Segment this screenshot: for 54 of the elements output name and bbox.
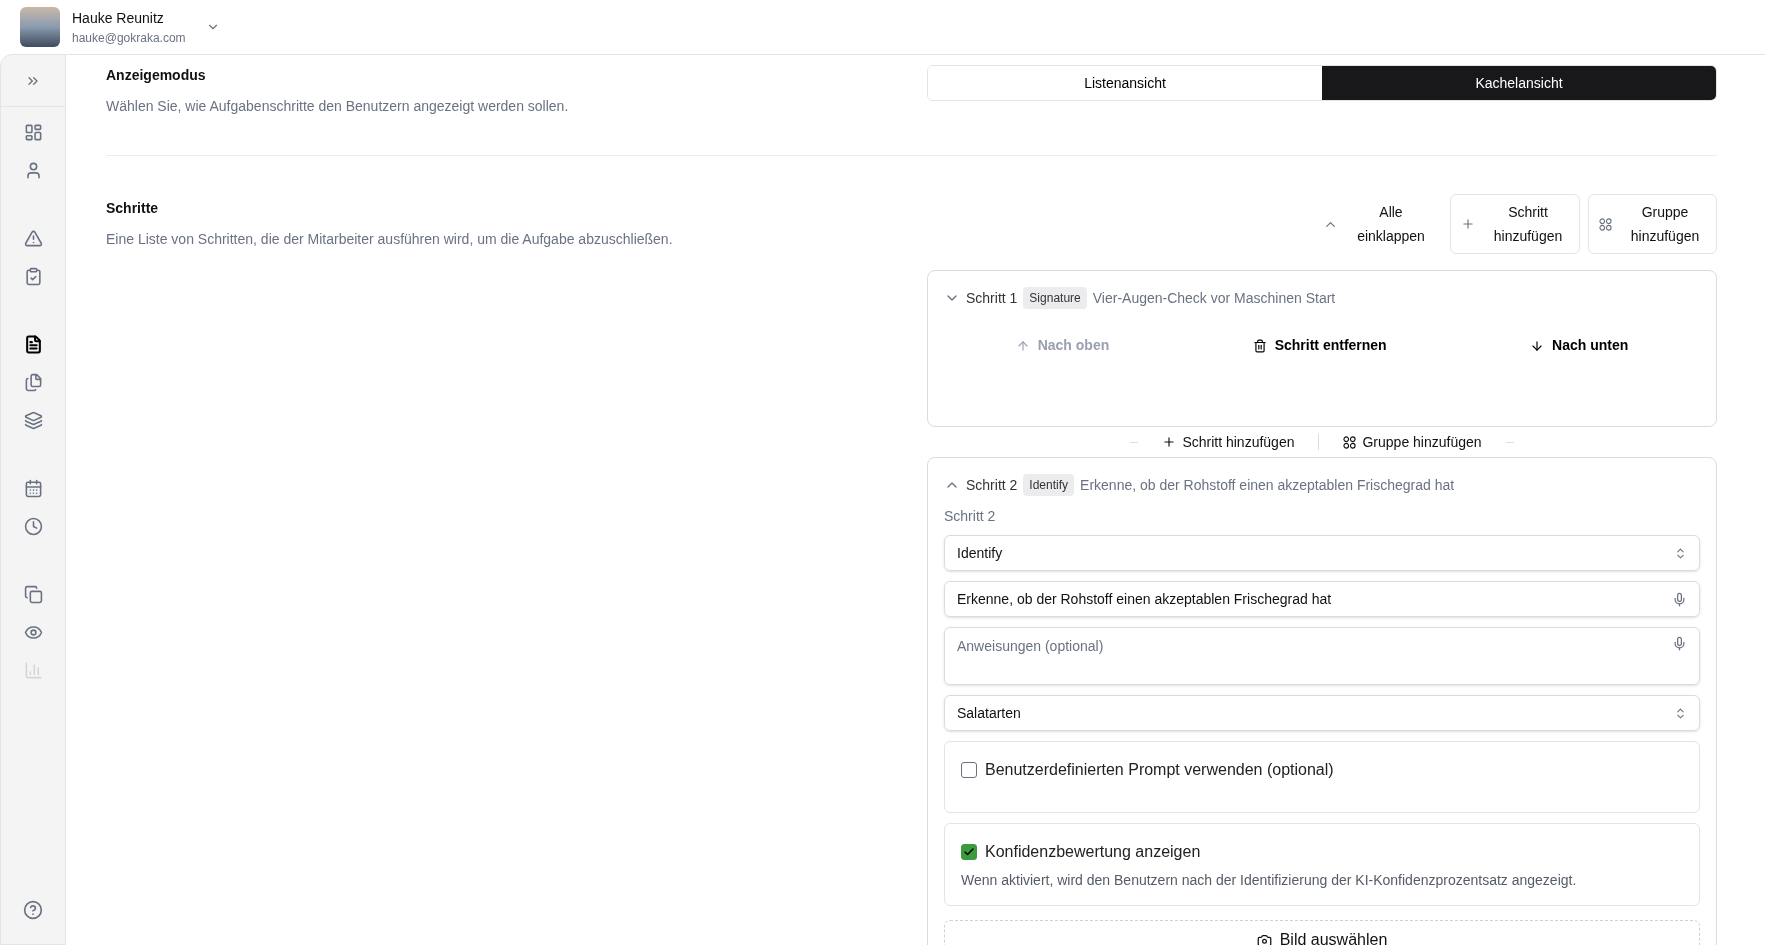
step-type-tag: Signature: [1023, 287, 1087, 309]
list-select[interactable]: Salatarten: [944, 695, 1700, 731]
section-title: Anzeigemodus: [106, 66, 207, 85]
documents-icon[interactable]: [23, 373, 43, 392]
grid-icon: [1599, 217, 1612, 231]
step-title: Schritt 2: [966, 475, 1018, 495]
section-title: Schritte: [106, 199, 160, 218]
user-email: hauke@gokraka.com: [72, 29, 186, 47]
step-summary: Vier-Augen-Check vor Maschinen Start: [1092, 288, 1336, 308]
user-name: Hauke Reunitz: [72, 8, 165, 28]
toolbar-button[interactable]: Schritt hinzufügen: [1450, 194, 1580, 254]
checkbox[interactable]: [961, 844, 977, 860]
section-description: Wählen Sie, wie Aufgabenschritte den Benutzern angezeigt werden sollen.: [106, 97, 569, 116]
calendar-icon[interactable]: [23, 479, 43, 498]
select-icon: [1674, 546, 1687, 560]
toolbar-button[interactable]: Gruppe hinzufügen: [1588, 194, 1717, 254]
document-icon[interactable]: [23, 335, 43, 354]
text-area[interactable]: Anweisungen (optional): [944, 627, 1700, 685]
field-label: Schritt 2: [944, 507, 997, 526]
step-type-tag: Identify: [1023, 474, 1075, 496]
grid-icon: [1343, 435, 1357, 449]
help-icon[interactable]: [23, 900, 43, 920]
insert-button[interactable]: Schritt hinzufügen: [1154, 431, 1303, 453]
eye-icon[interactable]: [23, 623, 43, 642]
step-action-button[interactable]: Nach unten: [1522, 335, 1637, 356]
checkbox-label: Benutzerdefinierten Prompt verwenden (optional): [985, 760, 1334, 780]
step-title: Schritt 1: [966, 288, 1018, 308]
image-button[interactable]: Bild auswählen: [944, 920, 1700, 945]
step-summary: Erkenne, ob der Rohstoff einen akzeptablen Frischegrad hat: [1080, 475, 1455, 495]
warning-icon[interactable]: [23, 229, 43, 248]
option-hint: Wenn aktiviert, wird den Benutzern nach der Identifizierung der KI-Konfidenzprozentsatz angezeigt.: [961, 871, 1578, 890]
plus-icon: [1461, 217, 1475, 231]
toolbar-button[interactable]: Alle einklappen: [1313, 194, 1442, 254]
microphone-icon[interactable]: [1672, 636, 1687, 651]
checkbox-label: Konfidenzbewertung anzeigen: [985, 842, 1201, 862]
microphone-icon[interactable]: [1672, 591, 1687, 607]
insert-button[interactable]: Gruppe hinzufügen: [1335, 431, 1490, 453]
type-select[interactable]: Identify: [944, 535, 1700, 571]
dashboard-icon[interactable]: [23, 123, 43, 142]
copy-icon[interactable]: [23, 585, 43, 604]
checkmark-icon: [963, 846, 975, 858]
view-toggle-option[interactable]: Kachelansicht: [1322, 66, 1716, 100]
select-icon: [1674, 706, 1687, 720]
checkbox[interactable]: [961, 762, 977, 778]
clock-icon[interactable]: [23, 517, 43, 536]
avatar-photo-placeholder[interactable]: [20, 7, 60, 47]
stack-icon[interactable]: [23, 411, 43, 430]
camera-icon: [1256, 932, 1272, 945]
section-description: Eine Liste von Schritten, die der Mitarbeiter ausführen wird, um die Aufgabe abzuschließen.: [106, 230, 673, 249]
step-action-button[interactable]: Schritt entfernen: [1244, 335, 1395, 356]
input-field[interactable]: Erkenne, ob der Rohstoff einen akzeptablen Frischegrad hat: [944, 581, 1700, 617]
trash-icon: [1252, 338, 1267, 353]
plus-icon: [1162, 435, 1177, 449]
clipboard-check-icon[interactable]: [23, 267, 43, 286]
